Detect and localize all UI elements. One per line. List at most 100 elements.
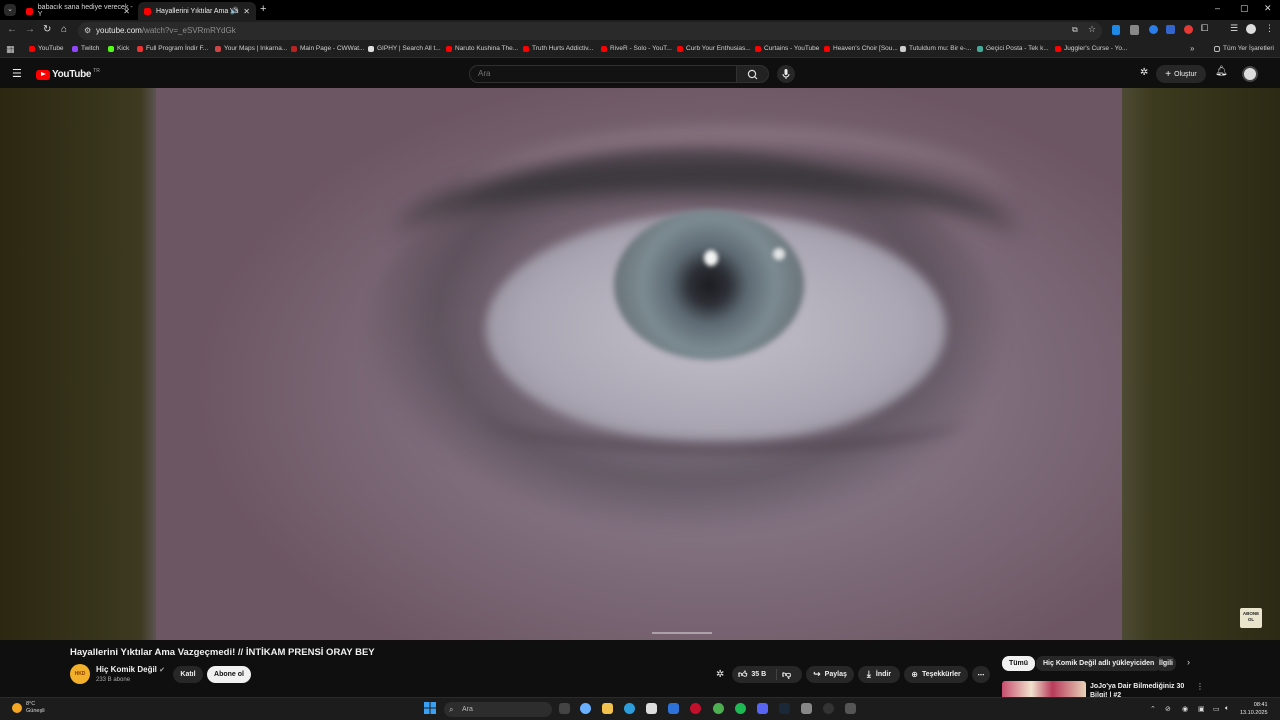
bookmark-item[interactable]: Tutuldum mu: Bir e-... xyxy=(900,45,971,52)
thanks-button[interactable]: ⊕ Teşekkürler xyxy=(904,666,968,683)
bookmark-item[interactable]: Geçici Posta - Tek k... xyxy=(977,45,1049,52)
youtube-logo[interactable]: YouTube TR xyxy=(36,68,100,80)
hamburger-menu-icon[interactable]: ☰ xyxy=(12,67,22,80)
recommended-thumbnail[interactable] xyxy=(1002,681,1086,697)
profile-avatar-icon[interactable] xyxy=(1246,24,1256,34)
browser-menu-icon[interactable]: ⋮ xyxy=(1265,23,1274,34)
close-tab-icon[interactable]: ✕ xyxy=(123,7,130,16)
chrome-icon[interactable] xyxy=(713,703,724,714)
home-icon[interactable]: ⌂ xyxy=(61,24,67,35)
obs-icon[interactable] xyxy=(823,703,834,714)
tray-icon[interactable]: ◉ xyxy=(1182,705,1188,713)
extension-gear-icon[interactable]: ✲ xyxy=(716,669,724,680)
share-button[interactable]: ↪ Paylaş xyxy=(806,666,854,683)
windows-start-icon[interactable] xyxy=(424,702,436,714)
user-avatar[interactable] xyxy=(1242,66,1258,82)
bookmark-star-icon[interactable]: ☆ xyxy=(1088,24,1096,35)
translate-extension-icon[interactable] xyxy=(1166,25,1175,34)
taskbar-search[interactable]: ⌕ Ara xyxy=(444,702,552,717)
tab-active[interactable]: Hayallerini Yıktılar Ama Va 🔊 ✕ xyxy=(138,2,256,20)
channel-avatar[interactable]: HKD xyxy=(70,664,90,684)
install-app-icon[interactable]: ⧉ xyxy=(1072,25,1078,35)
extension-gear-icon[interactable]: ✲ xyxy=(1140,67,1148,78)
download-button[interactable]: ⤓ İndir xyxy=(858,666,900,683)
opera-icon[interactable] xyxy=(690,703,701,714)
all-bookmarks-folder[interactable]: Tüm Yer İşaretleri xyxy=(1214,45,1274,52)
maximize-icon[interactable]: ▢ xyxy=(1240,3,1249,14)
bookmark-item[interactable]: YouTube xyxy=(29,45,64,52)
join-button[interactable]: Katıl xyxy=(173,666,203,683)
bookmark-item[interactable]: Curb Your Enthusias... xyxy=(677,45,751,52)
bookmark-item[interactable]: GIPHY | Search All t... xyxy=(368,45,441,52)
dislike-thumb-icon[interactable]: 👎︎ xyxy=(782,669,791,680)
settings-gear-icon[interactable] xyxy=(845,703,856,714)
bookmark-item[interactable]: Juggler's Curse - Yo... xyxy=(1055,45,1127,52)
bookmark-item[interactable]: Full Program İndir F... xyxy=(137,45,208,52)
store-icon[interactable] xyxy=(646,703,657,714)
bookmark-item[interactable]: Curtains - YouTube xyxy=(755,45,819,52)
bookmark-item[interactable]: Heaven's Choir [Sou... xyxy=(824,45,898,52)
spotify-icon[interactable] xyxy=(735,703,746,714)
reload-icon[interactable]: ↻ xyxy=(43,24,51,35)
address-bar[interactable]: ⚙ youtube.com/watch?v=_eSVRmRYdGk ⧉ ☆ xyxy=(78,22,1102,40)
chip-from-uploader[interactable]: Hiç Komik Değil adlı yükleyiciden xyxy=(1036,656,1162,671)
site-info-icon[interactable]: ⚙ xyxy=(84,26,91,35)
more-actions-button[interactable]: ⋯ xyxy=(972,666,990,683)
bookmark-item[interactable]: Naruto Kushina The... xyxy=(446,45,518,52)
notifications-bell-icon[interactable]: 🔔︎ xyxy=(1215,66,1228,77)
volume-icon[interactable]: 🔈︎ xyxy=(1225,705,1229,713)
extension-icon[interactable] xyxy=(1149,25,1158,34)
forward-icon[interactable]: → xyxy=(25,24,35,35)
steam-icon[interactable] xyxy=(779,703,790,714)
bookmark-item[interactable]: Main Page - CWWat... xyxy=(291,45,364,52)
create-button[interactable]: + Oluştur xyxy=(1156,65,1206,83)
back-icon[interactable]: ← xyxy=(7,24,17,35)
copilot-icon[interactable] xyxy=(580,703,591,714)
audio-playing-icon[interactable]: 🔊 xyxy=(230,7,239,15)
taskbar-clock[interactable]: 08:41 13.10.2025 xyxy=(1240,701,1268,717)
tab-inactive[interactable]: babacık sana hediye verecek - Y ✕ xyxy=(20,2,136,20)
tray-expand-icon[interactable]: ⌃ xyxy=(1150,705,1156,713)
channel-name[interactable]: Hiç Komik Değil ✔ xyxy=(96,665,165,674)
bookmark-item[interactable]: RiveR - Solo - YouT... xyxy=(601,45,672,52)
more-vertical-icon[interactable]: ⋮ xyxy=(1196,682,1204,691)
task-view-icon[interactable] xyxy=(559,703,570,714)
bookmark-item[interactable]: Kick xyxy=(108,45,129,52)
tray-icon[interactable]: ▣ xyxy=(1198,705,1205,713)
search-input[interactable] xyxy=(478,69,718,78)
subscribe-button[interactable]: Abone ol xyxy=(207,666,251,683)
more-bookmarks-icon[interactable]: » xyxy=(1190,44,1194,53)
weather-widget[interactable]: 8°C Güneşli xyxy=(12,701,45,715)
search-button[interactable] xyxy=(737,65,769,83)
close-window-icon[interactable]: ✕ xyxy=(1264,3,1272,14)
outlook-icon[interactable] xyxy=(668,703,679,714)
tray-icon[interactable]: ⊘ xyxy=(1165,705,1171,713)
bookmark-item[interactable]: Your Maps | Inkarna... xyxy=(215,45,287,52)
chip-related[interactable]: İlgili xyxy=(1155,656,1176,671)
tab-search-button[interactable]: ⌄ xyxy=(4,4,16,16)
reading-list-icon[interactable]: ☰ xyxy=(1230,23,1238,34)
app-icon[interactable] xyxy=(801,703,812,714)
chevron-right-icon[interactable]: › xyxy=(1187,657,1190,667)
subscribe-watermark[interactable]: ABONE OL xyxy=(1240,608,1262,628)
extensions-puzzle-icon[interactable]: ⧠ xyxy=(1201,23,1208,34)
new-tab-button[interactable]: + xyxy=(260,3,266,15)
bookmark-item[interactable]: Twitch xyxy=(72,45,99,52)
extension-icon[interactable] xyxy=(1184,25,1193,34)
extension-icon[interactable] xyxy=(1112,25,1120,35)
video-progress-indicator[interactable] xyxy=(652,632,712,634)
edge-icon[interactable] xyxy=(624,703,635,714)
network-icon[interactable]: ▭ xyxy=(1213,705,1220,713)
video-player[interactable]: ABONE OL xyxy=(0,88,1280,640)
minimize-icon[interactable]: – xyxy=(1215,3,1220,13)
voice-search-button[interactable] xyxy=(777,65,795,83)
bookmark-item[interactable]: Truth Hurts Addictiv... xyxy=(523,45,593,52)
file-explorer-icon[interactable] xyxy=(602,703,613,714)
like-count[interactable]: 35 B xyxy=(751,671,766,678)
ublock-shield-icon[interactable] xyxy=(1130,25,1139,35)
close-tab-icon[interactable]: ✕ xyxy=(243,7,250,16)
discord-icon[interactable] xyxy=(757,703,768,714)
like-thumb-icon[interactable]: 👍︎ xyxy=(738,669,747,680)
apps-grid-icon[interactable]: ▦ xyxy=(6,44,15,55)
chip-all[interactable]: Tümü xyxy=(1002,656,1036,671)
